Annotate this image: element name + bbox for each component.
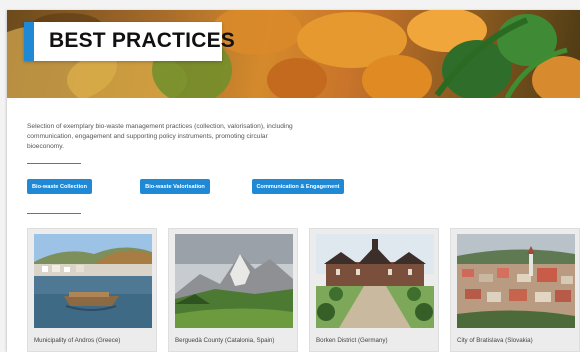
page: BEST PRACTICES Selection of exemplary bi… (7, 10, 580, 352)
practice-card-borken[interactable]: Borken District (Germany) (309, 228, 439, 352)
page-title-box: BEST PRACTICES (24, 22, 235, 61)
mountain-landscape-photo (175, 234, 293, 328)
filter-collection-button[interactable]: Bio-waste Collection (27, 179, 92, 194)
intro-text: Selection of exemplary bio-waste managem… (27, 123, 293, 150)
filter-valorisation-button[interactable]: Bio-waste Valorisation (140, 179, 210, 194)
filter-communication-button[interactable]: Communication & Engagement (252, 179, 344, 194)
card-label-andros: Municipality of Andros (Greece) (34, 337, 121, 344)
divider-bottom (27, 213, 81, 214)
hero-banner: BEST PRACTICES (7, 10, 580, 98)
practice-card-bratislava[interactable]: City of Bratislava (Slovakia) (450, 228, 580, 352)
practice-card-bergueda[interactable]: Berguedà County (Catalonia, Spain) (168, 228, 298, 352)
divider-top (27, 163, 81, 164)
page-title: BEST PRACTICES (49, 29, 235, 52)
bratislava-city-photo (457, 234, 575, 328)
andros-harbour-photo (34, 234, 152, 328)
card-label-bratislava: City of Bratislava (Slovakia) (457, 337, 533, 344)
castle-garden-photo (316, 234, 434, 328)
card-label-borken: Borken District (Germany) (316, 337, 388, 344)
practice-card-andros[interactable]: Municipality of Andros (Greece) (27, 228, 157, 352)
card-label-bergueda: Berguedà County (Catalonia, Spain) (175, 337, 275, 344)
